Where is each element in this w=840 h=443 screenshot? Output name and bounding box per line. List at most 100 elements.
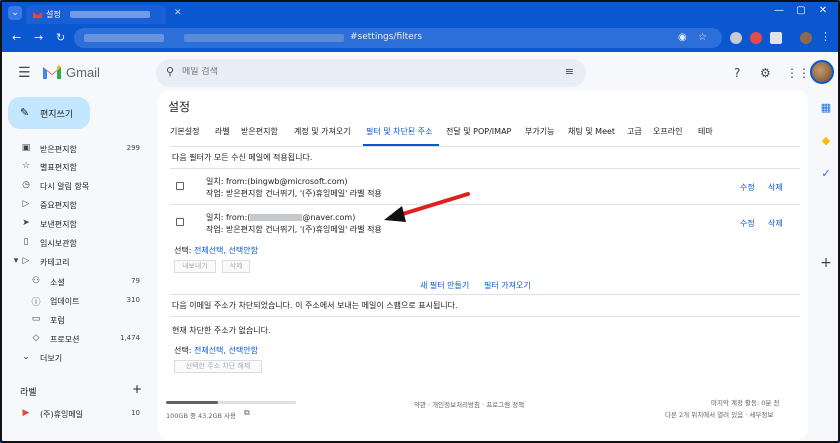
tab-themes[interactable]: 테마	[698, 126, 713, 137]
minimize-icon[interactable]: —	[772, 5, 786, 16]
calendar-icon[interactable]: ▦	[820, 102, 832, 114]
url-text: #settings/filters	[350, 32, 423, 42]
tasks-icon[interactable]: ✓	[820, 168, 832, 180]
sidebar-label-item[interactable]: ▶ (주)휴잉메일 10	[2, 405, 152, 423]
chrome-menu-icon[interactable]: ⋮	[820, 30, 831, 43]
tab-general[interactable]: 기본설정	[170, 126, 199, 137]
edit-filter-link[interactable]: 수정	[740, 218, 755, 229]
tab-accounts[interactable]: 계정 및 가져오기	[294, 126, 351, 137]
profile-avatar[interactable]	[800, 32, 812, 44]
divider	[170, 204, 800, 205]
sidebar-item-social[interactable]: ⚇ 소셜 79	[2, 273, 152, 291]
apps-grid-icon[interactable]: ⋮⋮	[786, 66, 810, 80]
unblock-button[interactable]: 선택한 주소 차단 해제	[174, 360, 262, 373]
bookmark-star-icon[interactable]: ☆	[698, 32, 707, 43]
extensions-puzzle-icon[interactable]	[770, 32, 782, 44]
sidebar-item-drafts[interactable]: ▯ 임시보관함	[2, 234, 152, 252]
filter-checkbox[interactable]	[176, 182, 184, 190]
account-avatar[interactable]	[810, 60, 834, 84]
gmail-logo-icon[interactable]	[42, 64, 62, 80]
edit-filter-link[interactable]: 수정	[740, 182, 755, 193]
select-all-link[interactable]: 전체선택,	[194, 246, 226, 255]
sidebar-item-updates[interactable]: ⓘ 업데이트 310	[2, 292, 152, 310]
sidebar-item-snoozed[interactable]: ◷ 다시 알림 항목	[2, 177, 152, 195]
delete-filter-link[interactable]: 삭제	[768, 182, 783, 193]
sidebar-item-label: 받은편지함	[40, 145, 77, 154]
last-activity: 마지막 계정 활동: 0분 전	[711, 399, 780, 407]
create-filter-link[interactable]: 새 필터 만들기	[420, 280, 469, 291]
select-all-link[interactable]: 전체선택,	[194, 346, 226, 355]
open-storage-icon[interactable]: ⧉	[244, 408, 250, 418]
tab-offline[interactable]: 오프라인	[653, 126, 682, 137]
tab-chat-meet[interactable]: 채팅 및 Meet	[568, 126, 615, 137]
sidebar-item-promotions[interactable]: ◇ 프로모션 1,474	[2, 330, 152, 348]
eye-icon[interactable]: ◉	[678, 32, 687, 43]
chevron-down-icon: ⌄	[22, 352, 30, 362]
select-none-link[interactable]: 선택안함	[229, 246, 258, 255]
forward-icon[interactable]: →	[34, 31, 43, 44]
delete-filter-link[interactable]: 삭제	[768, 218, 783, 229]
extension-icon[interactable]	[750, 32, 762, 44]
clock-icon: ◷	[22, 180, 30, 190]
divider	[170, 168, 800, 169]
tab-filters[interactable]: 필터 및 차단된 주소	[366, 126, 433, 137]
sidebar-item-categories[interactable]: ▾ ▷ 카테고리	[2, 253, 152, 271]
divider	[170, 146, 800, 147]
tab-forwarding[interactable]: 전달 및 POP/IMAP	[446, 126, 511, 137]
tab-advanced[interactable]: 고급	[627, 126, 642, 137]
tag-icon: ◇	[32, 333, 40, 343]
main-menu-icon[interactable]: ☰	[18, 65, 31, 81]
add-addon-icon[interactable]: +	[820, 256, 832, 270]
other-locations[interactable]: 다른 2개 위치에서 열려 있음 · 세부정보	[665, 409, 773, 419]
tab-strip: ⌄ 설정 ✕ — ▢ ✕	[2, 2, 838, 24]
sidebar-item-label: 중요편지함	[40, 201, 77, 210]
tab-inbox[interactable]: 받은편지함	[241, 126, 278, 137]
address-bar[interactable]: #settings/filters ◉ ☆	[74, 28, 722, 48]
settings-panel: 설정 기본설정 라벨 받은편지함 계정 및 가져오기 필터 및 차단된 주소 전…	[158, 90, 808, 440]
footer-links[interactable]: 약관 · 개인정보처리방침 · 프로그램 정책	[414, 399, 524, 409]
select-controls: 선택: 전체선택, 선택안함	[174, 245, 258, 256]
tab-labels[interactable]: 라벨	[215, 126, 230, 137]
delete-button[interactable]: 삭제	[222, 260, 250, 273]
filter-checkbox[interactable]	[176, 218, 184, 226]
redacted-email	[250, 214, 303, 221]
search-icon[interactable]: ⚲	[166, 65, 174, 78]
import-filter-link[interactable]: 필터 가져오기	[484, 280, 531, 291]
close-window-icon[interactable]: ✕	[816, 5, 830, 16]
add-label-icon[interactable]: +	[132, 382, 142, 396]
back-icon[interactable]: ←	[12, 31, 21, 44]
maximize-icon[interactable]: ▢	[794, 5, 808, 16]
gmail-wordmark: Gmail	[66, 65, 100, 80]
browser-tab[interactable]: 설정 ✕	[26, 5, 182, 24]
mail-search-bar[interactable]: ⚲ ≡	[156, 59, 586, 87]
browser-window: ⌄ 설정 ✕ — ▢ ✕ ← → ↻ #settings/filters ◉ ☆…	[0, 0, 840, 443]
keep-icon[interactable]: ◆	[820, 135, 832, 147]
storage-text: 100GB 중 43.2GB 사용	[166, 412, 237, 420]
help-icon[interactable]: ?	[734, 66, 740, 80]
blocked-heading: 다음 이메일 주소가 차단되었습니다. 이 주소에서 보내는 메일이 스팸으로 …	[172, 301, 458, 310]
tab-addons[interactable]: 부가기능	[525, 126, 554, 137]
sidebar-item-sent[interactable]: ➤ 보낸편지함	[2, 215, 152, 233]
sidebar-item-inbox[interactable]: ▣ 받은편지함 299	[2, 140, 152, 158]
sidebar-item-starred[interactable]: ☆ 별표편지함	[2, 158, 152, 176]
browser-toolbar: ← → ↻ #settings/filters ◉ ☆ ⋮	[2, 24, 838, 52]
sidebar-item-label: 보낸편지함	[40, 220, 77, 229]
search-options-icon[interactable]: ≡	[565, 65, 574, 78]
sidebar-item-count: 79	[131, 277, 140, 285]
sidebar-item-more[interactable]: ⌄ 더보기	[2, 349, 152, 367]
sidebar-item-forums[interactable]: ▭ 포럼	[2, 311, 152, 329]
sidebar-item-important[interactable]: ▷ 중요편지함	[2, 196, 152, 214]
extension-icon[interactable]	[730, 32, 742, 44]
export-button[interactable]: 내보내기	[174, 260, 216, 273]
sidebar-item-label: 다시 알림 항목	[40, 182, 90, 191]
search-input[interactable]	[182, 67, 482, 77]
select-none-link[interactable]: 선택안함	[229, 346, 258, 355]
tab-search-icon[interactable]: ⌄	[8, 6, 22, 20]
sidebar-item-count: 299	[126, 144, 140, 152]
sidebar-item-label: 프로모션	[50, 335, 80, 344]
tab-close-icon[interactable]: ✕	[174, 8, 182, 18]
settings-gear-icon[interactable]: ⚙	[760, 66, 771, 80]
reload-icon[interactable]: ↻	[56, 31, 65, 44]
compose-button[interactable]: ✎ 편지쓰기	[8, 97, 90, 129]
sidebar-item-label: 카테고리	[40, 258, 70, 267]
